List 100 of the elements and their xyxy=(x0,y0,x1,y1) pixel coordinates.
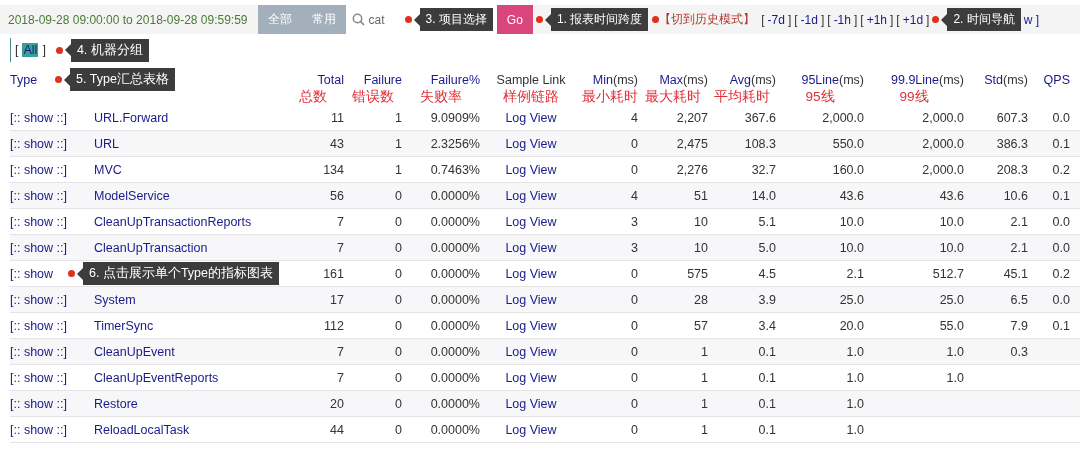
bracket: ] xyxy=(820,12,825,27)
table-cell-text: 0 xyxy=(394,344,402,359)
column-header[interactable]: Min(ms) xyxy=(592,72,638,87)
bracket: ] xyxy=(853,12,858,27)
type-link[interactable]: ReloadLocalTask xyxy=(94,422,190,437)
table-cell-text: 3 xyxy=(630,214,638,229)
log-view-link[interactable]: Log View xyxy=(505,292,557,307)
bracket: [ xyxy=(896,12,900,27)
type-link[interactable]: System xyxy=(94,292,136,307)
type-link[interactable]: Restore xyxy=(94,396,138,411)
table-cell-text: 32.7 xyxy=(750,162,776,177)
table-cell-text: 0 xyxy=(630,162,638,177)
table-cell-text: 7.9 xyxy=(1009,318,1028,333)
bracket: [ xyxy=(15,43,19,57)
column-note: 总数 xyxy=(299,88,327,105)
show-link[interactable]: [:: show ::] xyxy=(10,110,67,125)
table-cell-text: 0.1 xyxy=(1051,188,1070,203)
show-link[interactable]: [:: show ::] xyxy=(10,292,67,307)
show-link[interactable]: [:: show ::] xyxy=(10,396,67,411)
table-cell-text: 0.3 xyxy=(1009,344,1028,359)
log-view-link[interactable]: Log View xyxy=(505,162,557,177)
table-cell-text: 2.3256% xyxy=(429,136,480,151)
show-link[interactable]: [:: show ::] xyxy=(10,162,67,177)
search-field[interactable]: cat xyxy=(368,12,397,27)
table-cell-text: 17 xyxy=(329,292,344,307)
type-link[interactable]: TimerSync xyxy=(94,318,154,333)
table-cell-text: 11 xyxy=(330,110,344,125)
column-note: 错误数 xyxy=(352,88,394,105)
column-header[interactable]: 99.9Line(ms) xyxy=(891,72,964,87)
table-cell-text: 25.0 xyxy=(938,292,964,307)
table-cell-text: 0.0000% xyxy=(429,292,480,307)
table-cell-text: 4 xyxy=(630,188,638,203)
bracket: [ xyxy=(827,12,831,27)
column-header[interactable]: Sample Link xyxy=(496,72,566,87)
column-header[interactable]: QPS xyxy=(1043,72,1070,87)
type-link[interactable]: CleanUpTransaction xyxy=(94,240,208,255)
column-header[interactable]: 95Line(ms) xyxy=(801,72,864,87)
log-view-link[interactable]: Log View xyxy=(505,266,557,281)
go-button[interactable]: Go xyxy=(496,5,533,34)
column-header[interactable]: Std(ms) xyxy=(984,72,1028,87)
type-link[interactable]: CleanUpEvent xyxy=(94,344,175,359)
show-link[interactable]: [:: show xyxy=(10,266,54,281)
table-cell-text: 20 xyxy=(329,396,344,411)
column-header[interactable]: Failure xyxy=(363,72,402,87)
log-view-link[interactable]: Log View xyxy=(505,344,557,359)
log-view-link[interactable]: Log View xyxy=(505,396,557,411)
type-link[interactable]: URL.Forward xyxy=(94,110,169,125)
type-link[interactable]: MVC xyxy=(94,162,122,177)
type-link[interactable]: CleanUpTransactionReports xyxy=(94,214,252,229)
table-cell-text: 0.0000% xyxy=(429,344,480,359)
machine-group-link[interactable]: All xyxy=(22,43,39,57)
column-header[interactable]: Type xyxy=(10,72,38,87)
table-cell-text: 7 xyxy=(336,240,344,255)
type-link[interactable]: ModelService xyxy=(94,188,170,203)
marker-dot xyxy=(932,16,940,23)
show-link[interactable]: [:: show ::] xyxy=(10,136,67,151)
log-view-link[interactable]: Log View xyxy=(505,240,557,255)
table-cell-text: 0 xyxy=(630,136,638,151)
table-cell-text: 161 xyxy=(322,266,344,281)
show-link[interactable]: [:: show ::] xyxy=(10,240,67,255)
log-view-link[interactable]: Log View xyxy=(505,188,557,203)
show-link[interactable]: [:: show ::] xyxy=(10,188,67,203)
time-nav-link[interactable]: +1d xyxy=(902,12,924,27)
table-cell-text: 1 xyxy=(394,110,402,125)
show-link[interactable]: [:: show ::] xyxy=(10,422,67,437)
time-nav-link[interactable]: +1h xyxy=(866,12,887,27)
log-view-link[interactable]: Log View xyxy=(505,318,557,333)
time-nav-link[interactable]: -1h xyxy=(833,12,851,27)
log-view-link[interactable]: Log View xyxy=(505,110,557,125)
table-cell-text: 2,207 xyxy=(675,110,708,125)
table-cell-text: 0 xyxy=(630,292,638,307)
callout-tooltip: 4. 机器分组 xyxy=(64,38,149,62)
type-link[interactable]: CleanUpEventReports xyxy=(94,370,219,385)
log-view-link[interactable]: Log View xyxy=(505,214,557,229)
history-mode-link[interactable]: 【切到历史模式】 xyxy=(659,11,756,28)
time-nav-link[interactable]: w ] xyxy=(1023,12,1040,27)
show-link[interactable]: [:: show ::] xyxy=(10,318,67,333)
table-cell-text: 0.1 xyxy=(1051,136,1070,151)
log-view-link[interactable]: Log View xyxy=(505,422,557,437)
table-cell-text: 0.0000% xyxy=(429,266,480,281)
show-link[interactable]: [:: show ::] xyxy=(10,214,67,229)
table-cell-text: 55.0 xyxy=(938,318,964,333)
table-cell-text: 56 xyxy=(329,188,344,203)
column-header[interactable]: Total xyxy=(317,72,344,87)
table-cell-text: 108.3 xyxy=(743,136,776,151)
log-view-link[interactable]: Log View xyxy=(505,370,557,385)
type-link[interactable]: URL xyxy=(94,136,119,151)
log-view-link[interactable]: Log View xyxy=(505,136,557,151)
show-link[interactable]: [:: show ::] xyxy=(10,344,67,359)
column-note: 95线 xyxy=(805,88,835,105)
show-link[interactable]: [:: show ::] xyxy=(10,370,67,385)
table-cell-text: 1.0 xyxy=(845,396,864,411)
time-nav-link[interactable]: -7d xyxy=(767,12,785,27)
table-cell-text: 0 xyxy=(394,318,402,333)
column-header[interactable]: Max(ms) xyxy=(659,72,708,87)
table-cell-text: 0.0 xyxy=(1051,214,1070,229)
column-header[interactable]: Failure% xyxy=(430,72,480,87)
table-cell-text: 2.1 xyxy=(1009,214,1028,229)
time-nav-link[interactable]: -1d xyxy=(800,12,818,27)
column-header[interactable]: Avg(ms) xyxy=(729,72,776,87)
